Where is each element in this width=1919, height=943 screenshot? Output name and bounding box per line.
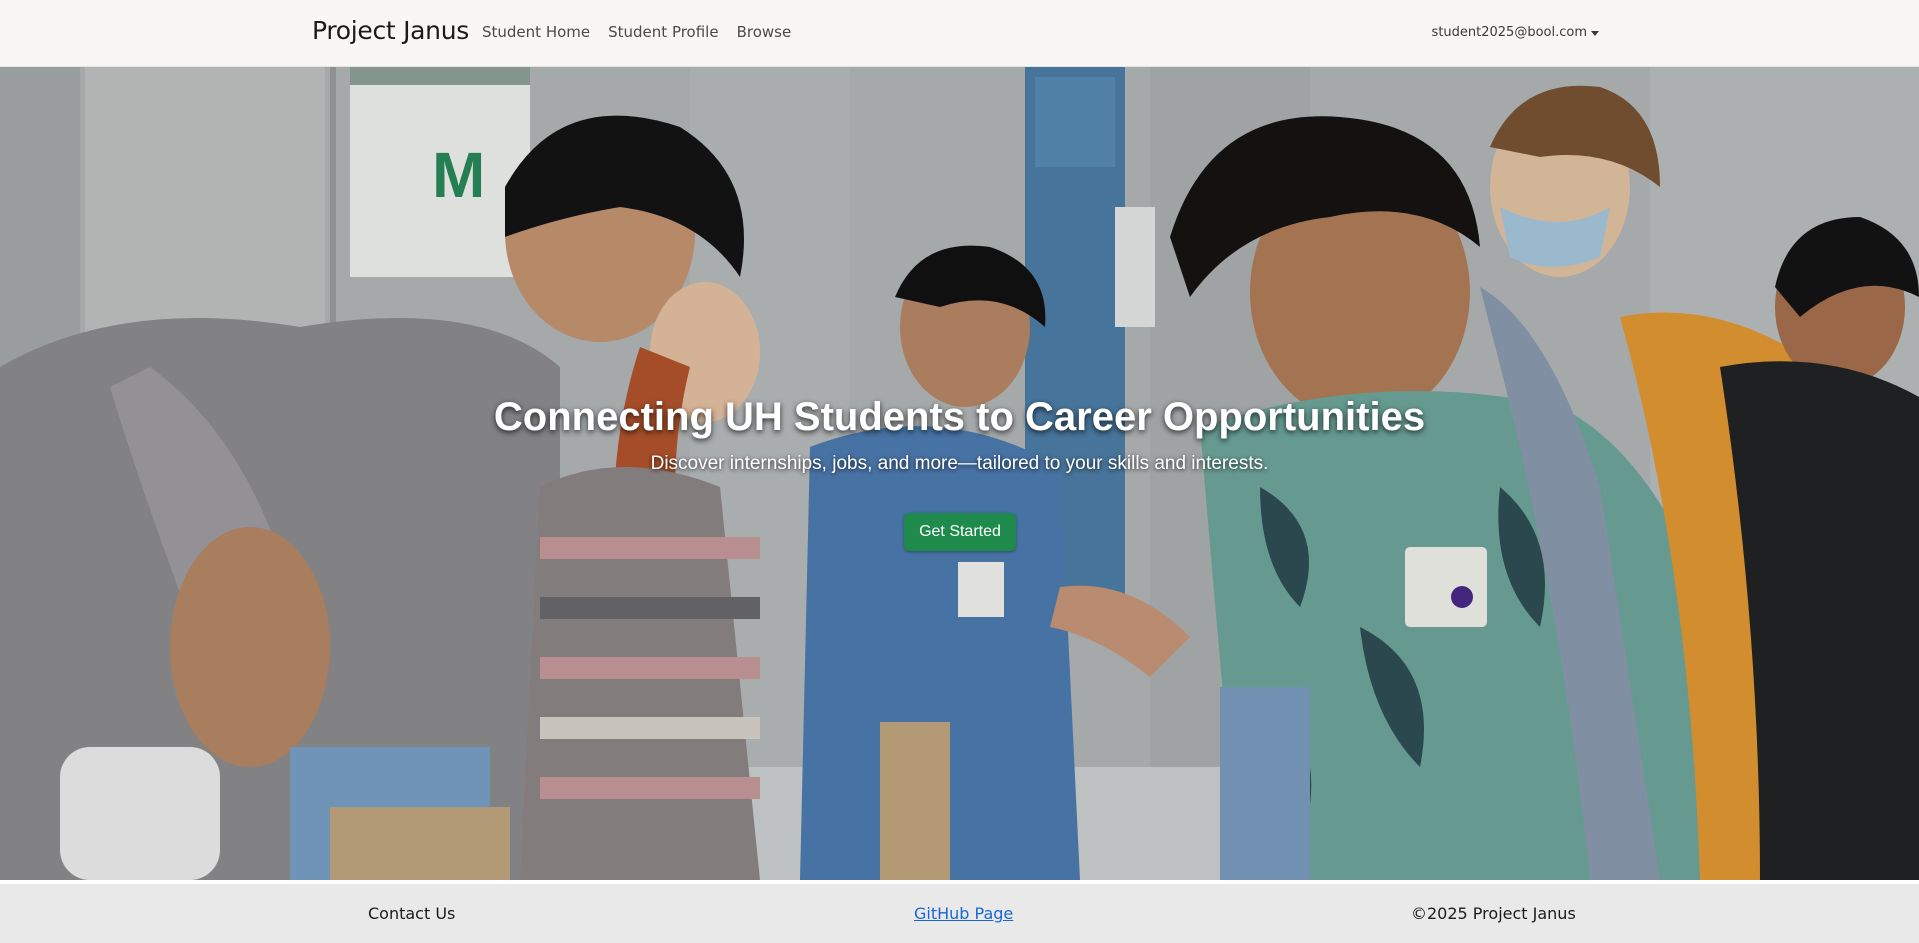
get-started-button[interactable]: Get Started bbox=[904, 513, 1016, 551]
footer-copyright: ©2025 Project Janus bbox=[1411, 904, 1576, 923]
footer-contact-us: Contact Us bbox=[368, 904, 456, 923]
page-footer: Contact Us GitHub Page ©2025 Project Jan… bbox=[0, 884, 1919, 943]
top-navbar: Project Janus Student Home Student Profi… bbox=[0, 0, 1919, 67]
hero-banner: M Connecting UH Students to Career Oppor… bbox=[0, 67, 1919, 880]
brand-logo-text[interactable]: Project Janus bbox=[312, 16, 469, 45]
nav-student-profile[interactable]: Student Profile bbox=[608, 23, 718, 41]
hero-title: Connecting UH Students to Career Opportu… bbox=[493, 395, 1426, 439]
user-email: student2025@bool.com bbox=[1431, 25, 1587, 40]
nav-links: Student Home Student Profile Browse bbox=[482, 23, 809, 41]
nav-student-home[interactable]: Student Home bbox=[482, 23, 590, 41]
hero-subtitle: Discover internships, jobs, and more—tai… bbox=[650, 453, 1269, 474]
user-dropdown-toggle[interactable]: student2025@bool.com bbox=[1432, 25, 1599, 40]
footer-github-link[interactable]: GitHub Page bbox=[914, 904, 1013, 923]
nav-browse[interactable]: Browse bbox=[737, 23, 792, 41]
caret-down-icon bbox=[1591, 30, 1599, 36]
